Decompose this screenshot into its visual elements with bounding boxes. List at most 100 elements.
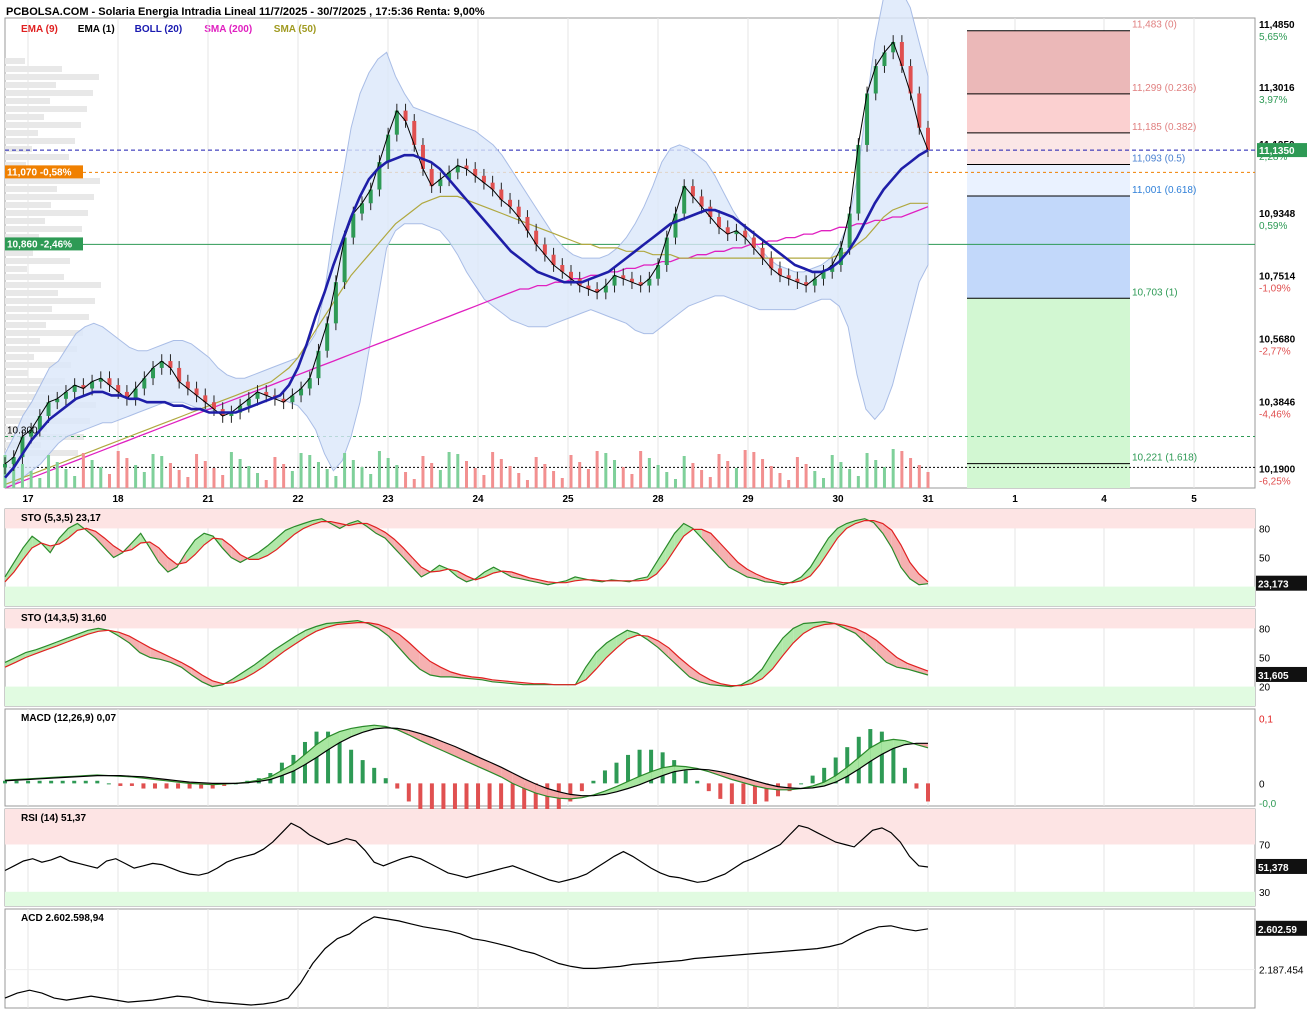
volume-profile-bar bbox=[5, 354, 34, 360]
volume-bar bbox=[351, 460, 355, 488]
macd-histogram-bar bbox=[626, 754, 631, 784]
volume-profile-bar bbox=[5, 306, 52, 312]
volume-bar bbox=[534, 457, 538, 488]
volume-bar bbox=[447, 452, 451, 488]
volume-bar bbox=[613, 460, 617, 488]
fib-label: 11,001 (0.618) bbox=[1132, 185, 1196, 196]
volume-bar bbox=[360, 467, 364, 488]
volume-profile-bar bbox=[5, 130, 38, 136]
volume-profile-bar bbox=[5, 90, 93, 96]
x-tick-label: 23 bbox=[382, 494, 394, 505]
volume-bar bbox=[20, 464, 24, 488]
volume-bar bbox=[752, 452, 756, 488]
macd-histogram-bar bbox=[914, 783, 919, 789]
sto-fill bbox=[376, 527, 386, 539]
macd-histogram-bar bbox=[718, 783, 723, 799]
volume-bar bbox=[264, 480, 268, 488]
sto-fill bbox=[819, 538, 829, 566]
volume-bar bbox=[334, 476, 338, 488]
volume-bar bbox=[517, 473, 521, 488]
fib-zone bbox=[967, 93, 1130, 133]
macd-histogram-bar bbox=[164, 783, 169, 789]
macd-histogram-bar bbox=[602, 770, 607, 784]
volume-profile-bar bbox=[5, 194, 94, 200]
macd-histogram-bar bbox=[810, 775, 815, 784]
x-tick-label: 25 bbox=[562, 494, 574, 505]
sto-fill bbox=[274, 642, 286, 659]
volume-profile-bar bbox=[5, 330, 83, 336]
overbought-zone bbox=[5, 809, 1255, 845]
volume-bar bbox=[186, 477, 190, 488]
volume-bar bbox=[29, 471, 33, 488]
volume-bar bbox=[369, 474, 373, 488]
macd-histogram-bar bbox=[891, 747, 896, 784]
volume-bar bbox=[917, 465, 921, 488]
fib-label: 10,703 (1) bbox=[1132, 287, 1178, 298]
indicator-legend-0: EMA (9) bbox=[21, 24, 58, 35]
volume-profile-bar bbox=[5, 114, 44, 120]
sto-fill bbox=[596, 642, 607, 670]
volume-bar bbox=[656, 465, 660, 488]
volume-profile-bar bbox=[5, 274, 64, 280]
volume-bar bbox=[47, 455, 51, 488]
sto-fill bbox=[668, 647, 680, 668]
sto-k-line bbox=[4, 518, 929, 586]
volume-bar bbox=[909, 458, 913, 488]
volume-bar bbox=[64, 469, 68, 488]
volume-bar bbox=[813, 471, 817, 488]
volume-bar bbox=[238, 459, 242, 488]
volume-bar bbox=[665, 472, 669, 488]
sto-fill bbox=[394, 539, 404, 558]
macd-histogram-bar bbox=[614, 762, 619, 784]
price-tag-label: 10,860 -2,46% bbox=[7, 239, 72, 250]
volume-bar bbox=[456, 454, 460, 488]
sto-fill bbox=[295, 630, 306, 644]
oversold-zone bbox=[5, 586, 1255, 606]
y-tick-label: 10,9348 bbox=[1259, 209, 1296, 220]
volume-bar bbox=[525, 480, 529, 488]
panel-y-tick: -0,0 bbox=[1259, 799, 1277, 810]
volume-profile-bar bbox=[5, 258, 70, 264]
volume-profile-bar bbox=[5, 250, 33, 256]
indicator-legend-4: SMA (50) bbox=[274, 24, 316, 35]
y-tick-label: 11,4850 bbox=[1259, 20, 1295, 31]
volume-bar bbox=[795, 457, 799, 488]
overbought-zone bbox=[5, 509, 1255, 529]
volume-profile-bar bbox=[5, 58, 25, 64]
volume-bar bbox=[116, 451, 120, 488]
volume-bar bbox=[769, 466, 773, 488]
volume-bar bbox=[395, 465, 399, 488]
macd-histogram-bar bbox=[60, 780, 65, 784]
volume-bar bbox=[700, 470, 704, 488]
panel-title: STO (14,3,5) 31,60 bbox=[21, 613, 107, 624]
volume-bar bbox=[865, 453, 869, 488]
volume-profile-bar bbox=[5, 314, 89, 320]
panel-y-tick: 80 bbox=[1259, 524, 1271, 535]
volume-bar bbox=[465, 461, 468, 488]
volume-bar bbox=[99, 467, 103, 488]
sto-fill bbox=[585, 652, 597, 680]
macd-histogram-bar bbox=[418, 783, 423, 812]
sto-fill bbox=[665, 533, 675, 564]
x-tick-label: 31 bbox=[922, 494, 934, 505]
volume-bar bbox=[81, 453, 85, 488]
macd-histogram-bar bbox=[372, 767, 377, 784]
volume-bar bbox=[874, 460, 878, 488]
volume-bar bbox=[630, 474, 634, 488]
x-tick-label: 30 bbox=[832, 494, 844, 505]
fib-zone bbox=[967, 298, 1130, 464]
x-tick-label: 4 bbox=[1101, 494, 1107, 505]
volume-bar bbox=[839, 462, 843, 488]
y-tick-label: 10,5680 bbox=[1259, 335, 1296, 346]
volume-bar bbox=[195, 454, 199, 488]
volume-bar bbox=[491, 452, 495, 488]
indicator-legend-3: SMA (200) bbox=[204, 24, 252, 35]
acd-line bbox=[4, 916, 929, 1006]
volume-bar bbox=[221, 475, 225, 488]
volume-bar bbox=[743, 450, 747, 488]
panel-y-tick: 0,1 bbox=[1259, 715, 1273, 726]
volume-profile-bar bbox=[5, 66, 62, 72]
volume-profile-bar bbox=[5, 74, 99, 80]
macd-histogram-bar bbox=[360, 760, 365, 784]
volume-bar bbox=[508, 466, 512, 488]
